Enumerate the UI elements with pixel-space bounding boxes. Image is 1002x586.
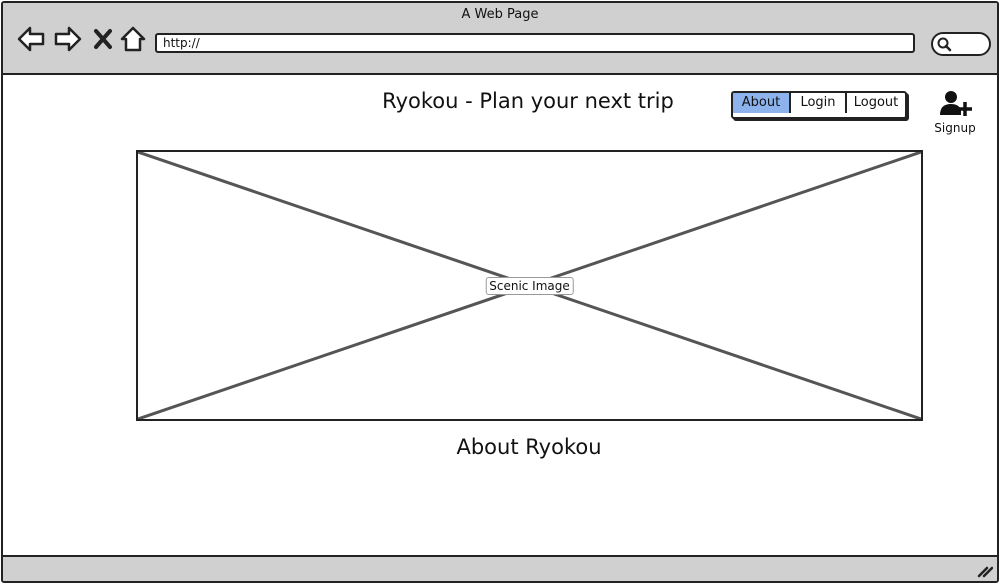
signup-label: Signup	[934, 121, 976, 135]
browser-window: A Web Page http:// Ryokou - Plan your ne…	[1, 1, 999, 583]
close-icon[interactable]	[91, 25, 115, 53]
home-icon[interactable]	[119, 25, 147, 53]
image-placeholder-label: Scenic Image	[485, 276, 574, 295]
about-heading: About Ryokou	[456, 435, 602, 459]
login-button[interactable]: Login	[791, 93, 847, 113]
window-title: A Web Page	[461, 7, 539, 22]
url-text: http://	[163, 36, 200, 50]
resize-grip-icon[interactable]	[977, 562, 994, 578]
signup-button[interactable]: Signup	[929, 89, 981, 135]
search-icon	[936, 36, 952, 52]
about-button[interactable]: About	[733, 93, 791, 113]
browser-toolbar: A Web Page http://	[3, 3, 997, 75]
top-nav: About Login Logout	[731, 91, 907, 119]
scenic-image-placeholder: Scenic Image	[136, 150, 923, 421]
arrow-right-icon[interactable]	[53, 25, 83, 53]
logout-button[interactable]: Logout	[847, 93, 905, 113]
arrow-left-icon[interactable]	[16, 25, 46, 53]
page-title: Ryokou - Plan your next trip	[382, 89, 674, 113]
url-input[interactable]: http://	[155, 33, 915, 53]
add-user-icon	[937, 89, 973, 119]
status-bar	[3, 555, 997, 581]
search-field[interactable]	[931, 32, 991, 56]
